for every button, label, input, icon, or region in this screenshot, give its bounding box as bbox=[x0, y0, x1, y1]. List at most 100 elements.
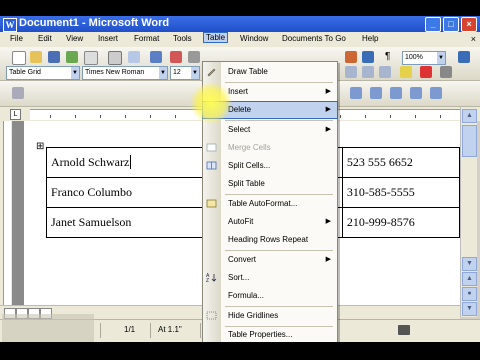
table-cell[interactable]: 210-999-8576 bbox=[341, 207, 461, 238]
open-folder-icon[interactable] bbox=[30, 51, 42, 63]
indent-icon[interactable] bbox=[379, 66, 391, 78]
menu-format[interactable]: Format bbox=[134, 34, 159, 43]
table-cell[interactable]: Franco Columbo bbox=[46, 177, 207, 208]
menu-view[interactable]: View bbox=[66, 34, 83, 43]
cursor-highlight bbox=[190, 82, 232, 124]
new-document-icon[interactable] bbox=[12, 51, 26, 65]
menu-item-hide-gridlines[interactable]: Hide Gridlines bbox=[203, 308, 337, 324]
next-page-icon[interactable]: ▼ bbox=[462, 302, 477, 316]
font-color-icon[interactable] bbox=[420, 66, 432, 78]
highlight-icon[interactable] bbox=[400, 66, 412, 78]
autosum-icon[interactable] bbox=[430, 87, 442, 99]
ruler-tick bbox=[125, 115, 126, 118]
close-button[interactable]: × bbox=[461, 17, 477, 32]
columns-icon[interactable] bbox=[345, 51, 357, 63]
table-move-handle-icon[interactable]: ⊞ bbox=[36, 142, 45, 152]
minimize-button[interactable]: _ bbox=[425, 17, 441, 32]
menu-item-select[interactable]: Select ▶ bbox=[203, 122, 337, 138]
permission-icon[interactable] bbox=[66, 51, 78, 63]
menu-tools[interactable]: Tools bbox=[173, 34, 192, 43]
bullets-icon[interactable] bbox=[362, 66, 374, 78]
cut-icon[interactable] bbox=[170, 51, 182, 63]
gridlines-icon bbox=[206, 310, 217, 321]
scroll-up-icon[interactable]: ▲ bbox=[462, 109, 477, 123]
table-cell[interactable]: Arnold Schwarz bbox=[46, 147, 207, 178]
chevron-down-icon: ▼ bbox=[159, 67, 167, 79]
drawing-icon[interactable] bbox=[362, 51, 374, 63]
previous-page-icon[interactable]: ▲ bbox=[462, 272, 477, 286]
menu-item-merge-cells[interactable]: Merge Cells bbox=[203, 140, 337, 156]
menu-item-autofit[interactable]: AutoFit ▶ bbox=[203, 214, 337, 230]
table-cell[interactable]: Janet Samuelson bbox=[46, 207, 207, 238]
maximize-button[interactable]: □ bbox=[443, 17, 459, 32]
copy-icon[interactable] bbox=[188, 51, 200, 63]
distribute-columns-icon[interactable] bbox=[390, 87, 402, 99]
font-size-select[interactable]: 12 ▼ bbox=[170, 66, 200, 80]
menu-item-split-table[interactable]: Split Table bbox=[203, 176, 337, 192]
menu-item-label: Split Cells... bbox=[228, 161, 271, 170]
menu-item-draw-table[interactable]: Draw Table bbox=[203, 64, 337, 80]
distribute-rows-icon[interactable] bbox=[370, 87, 382, 99]
show-hide-icon[interactable]: ¶ bbox=[385, 51, 390, 62]
save-icon[interactable] bbox=[48, 51, 60, 63]
status-separator bbox=[150, 323, 151, 338]
ruler-tick bbox=[390, 115, 391, 118]
menu-item-label: AutoFit bbox=[228, 217, 254, 226]
scroll-thumb[interactable] bbox=[462, 125, 477, 157]
menu-item-label: Table AutoFormat... bbox=[228, 199, 298, 208]
table-cell[interactable]: 310-585-5555 bbox=[341, 177, 461, 208]
word-app-icon[interactable]: W bbox=[3, 18, 17, 32]
research-icon[interactable] bbox=[128, 51, 140, 63]
title-bar: W Document1 - Microsoft Word _ □ × bbox=[0, 16, 480, 32]
ruler-tick bbox=[150, 115, 151, 118]
spelling-status-icon[interactable] bbox=[398, 325, 410, 335]
help-icon[interactable] bbox=[458, 51, 470, 63]
zoom-select[interactable]: 100% ▼ bbox=[402, 51, 446, 65]
print-icon[interactable] bbox=[84, 51, 98, 65]
browse-object-icon[interactable]: ● bbox=[462, 287, 477, 301]
spelling-icon[interactable] bbox=[150, 51, 162, 63]
svg-text:Z: Z bbox=[206, 278, 209, 283]
zoom-value: 100% bbox=[405, 54, 423, 61]
menu-help[interactable]: Help bbox=[362, 34, 378, 43]
table-cell[interactable]: 523 555 6652 bbox=[341, 147, 461, 178]
vertical-scrollbar[interactable]: ▲ ▼ ▲ ● ▼ bbox=[460, 107, 477, 317]
numbering-icon[interactable] bbox=[345, 66, 357, 78]
tab-stop-icon[interactable]: L bbox=[10, 109, 21, 120]
menu-item-label: Convert bbox=[228, 255, 257, 264]
menu-item-table-properties[interactable]: Table Properties... bbox=[203, 327, 337, 343]
submenu-arrow-icon: ▶ bbox=[325, 88, 331, 95]
menu-separator bbox=[225, 82, 333, 83]
menu-documents-to-go[interactable]: Documents To Go bbox=[282, 34, 346, 43]
menu-item-formula[interactable]: Formula... bbox=[203, 288, 337, 304]
menu-bar: File Edit View Insert Format Tools Table… bbox=[0, 32, 480, 47]
menu-item-heading-rows-repeat[interactable]: Heading Rows Repeat bbox=[203, 232, 337, 248]
menu-insert[interactable]: Insert bbox=[98, 34, 118, 43]
menu-item-convert[interactable]: Convert ▶ bbox=[203, 252, 337, 268]
menu-table[interactable]: Table bbox=[202, 32, 229, 43]
menu-file[interactable]: File bbox=[10, 34, 23, 43]
style-select[interactable]: Table Grid ▼ bbox=[6, 66, 80, 80]
insert-table-icon[interactable] bbox=[350, 87, 362, 99]
menu-item-label: Merge Cells bbox=[228, 143, 271, 152]
chevron-down-icon: ▼ bbox=[437, 52, 445, 64]
menu-item-label: Formula... bbox=[228, 291, 265, 300]
font-select[interactable]: Times New Roman ▼ bbox=[82, 66, 168, 80]
menu-item-table-autoformat[interactable]: Table AutoFormat... bbox=[203, 196, 337, 212]
tab-selector-icon[interactable] bbox=[12, 87, 24, 99]
menu-item-label: Sort... bbox=[228, 273, 250, 282]
scroll-down-icon[interactable]: ▼ bbox=[462, 257, 477, 271]
sort-ascending-icon[interactable] bbox=[410, 87, 422, 99]
menu-edit[interactable]: Edit bbox=[38, 34, 52, 43]
menu-separator bbox=[225, 194, 333, 195]
ruler-tick bbox=[440, 115, 441, 118]
close-document-button[interactable]: × bbox=[471, 34, 476, 44]
vertical-ruler[interactable] bbox=[0, 121, 12, 317]
print-preview-icon[interactable] bbox=[108, 51, 122, 65]
menu-separator bbox=[225, 250, 333, 251]
menu-window[interactable]: Window bbox=[240, 34, 268, 43]
borders-icon[interactable] bbox=[440, 66, 452, 78]
menu-separator bbox=[225, 120, 333, 121]
menu-item-split-cells[interactable]: Split Cells... bbox=[203, 158, 337, 174]
menu-item-sort[interactable]: AZ Sort... bbox=[203, 270, 337, 286]
